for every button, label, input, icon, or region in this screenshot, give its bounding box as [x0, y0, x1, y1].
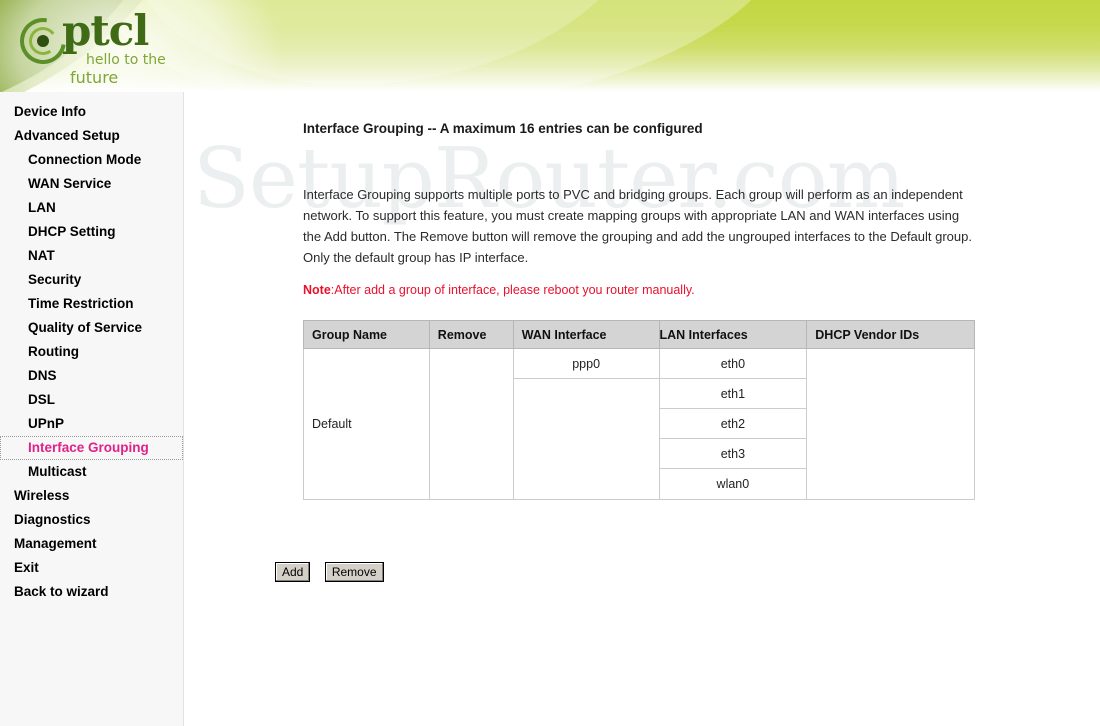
table-header-row: Group Name Remove WAN Interface LAN Interfa… — [303, 320, 975, 349]
spiral-logo-icon — [10, 8, 76, 74]
sidebar-navigation: Device Info Advanced Setup Connection Mode… — [0, 92, 184, 726]
sidebar-item-connection-mode[interactable]: Connection Mode — [0, 148, 183, 172]
logo-tagline-line2: future — [70, 68, 119, 87]
table-head: Group Name Remove WAN Interface LAN Interfa… — [303, 320, 975, 349]
lan-interface-item: eth1 — [659, 379, 807, 409]
logo-wordmark: ptcl — [62, 6, 149, 55]
main-content: SetupRouter.com Interface Grouping -- A … — [185, 92, 1100, 726]
action-buttons: Add Remove — [275, 562, 394, 582]
sidebar-item-lan[interactable]: LAN — [0, 196, 183, 220]
reboot-note: Note:After add a group of interface, ple… — [303, 283, 695, 297]
sidebar-item-dns[interactable]: DNS — [0, 364, 183, 388]
table-row: Default ppp0 eth0 eth1 eth2 eth3 wlan0 — [303, 348, 975, 500]
wan-interface-value: ppp0 — [513, 349, 659, 379]
sidebar-item-diagnostics[interactable]: Diagnostics — [0, 508, 183, 532]
table-header-dhcp-vendor-ids: DHCP Vendor IDs — [806, 320, 975, 349]
sidebar-item-quality-of-service[interactable]: Quality of Service — [0, 316, 183, 340]
sidebar-item-dsl[interactable]: DSL — [0, 388, 183, 412]
sidebar-item-multicast[interactable]: Multicast — [0, 460, 183, 484]
table-header-wan-interface: WAN Interface — [512, 320, 660, 349]
sidebar-item-time-restriction[interactable]: Time Restriction — [0, 292, 183, 316]
note-text: :After add a group of interface, please … — [330, 283, 695, 297]
logo-tagline-line1: hello to the — [86, 52, 166, 68]
lan-interface-item: wlan0 — [716, 477, 750, 491]
sidebar-item-advanced-setup[interactable]: Advanced Setup — [0, 124, 183, 148]
table-header-remove: Remove — [428, 320, 514, 349]
remove-button[interactable]: Remove — [324, 562, 384, 582]
header-banner: ptcl hello to the future — [0, 0, 1100, 92]
sidebar-item-exit[interactable]: Exit — [0, 556, 183, 580]
page-title: Interface Grouping -- A maximum 16 entri… — [303, 121, 703, 136]
sidebar-item-dhcp-setting[interactable]: DHCP Setting — [0, 220, 183, 244]
add-button[interactable]: Add — [275, 562, 311, 582]
ptcl-logo[interactable]: ptcl hello to the future — [10, 6, 194, 87]
table-body: Default ppp0 eth0 eth1 eth2 eth3 wlan0 — [303, 348, 975, 500]
sidebar-item-interface-grouping[interactable]: Interface Grouping — [0, 436, 183, 460]
sidebar-item-management[interactable]: Management — [0, 532, 183, 556]
sidebar-item-wan-service[interactable]: WAN Service — [0, 172, 183, 196]
cell-group-name: Default — [303, 348, 430, 500]
sidebar-item-nat[interactable]: NAT — [0, 244, 183, 268]
table-header-lan-interfaces: LAN Interfaces — [658, 320, 808, 349]
lan-interface-item: eth0 — [659, 349, 807, 379]
sidebar-item-routing[interactable]: Routing — [0, 340, 183, 364]
cell-remove-checkbox[interactable] — [428, 348, 514, 500]
cell-wan-interface: ppp0 — [512, 348, 660, 500]
lan-interface-item: eth3 — [659, 439, 807, 469]
lan-interface-item: eth2 — [659, 409, 807, 439]
note-label: Note — [303, 283, 331, 297]
cell-dhcp-vendor-ids — [806, 348, 975, 500]
sidebar-item-wireless[interactable]: Wireless — [0, 484, 183, 508]
interface-grouping-table: Group Name Remove WAN Interface LAN Interfa… — [303, 320, 975, 500]
sidebar-item-back-to-wizard[interactable]: Back to wizard — [0, 580, 183, 604]
wan-blank-area — [514, 379, 659, 499]
sidebar-item-security[interactable]: Security — [0, 268, 183, 292]
sidebar-item-device-info[interactable]: Device Info — [0, 100, 183, 124]
router-admin-page: ptcl hello to the future Device Info Adva… — [0, 0, 1100, 726]
table-header-group-name: Group Name — [303, 320, 430, 349]
cell-lan-interfaces: eth0 eth1 eth2 eth3 wlan0 — [658, 348, 808, 500]
sidebar-item-upnp[interactable]: UPnP — [0, 412, 183, 436]
page-description: Interface Grouping supports multiple por… — [303, 187, 972, 265]
